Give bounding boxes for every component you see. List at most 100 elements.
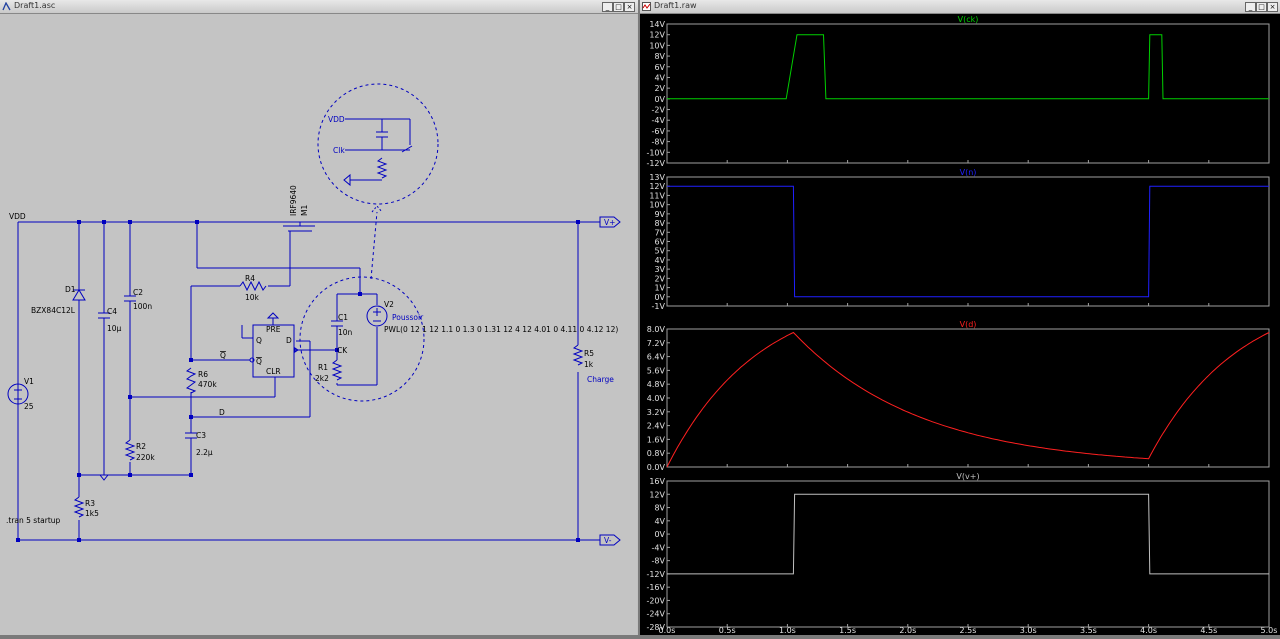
r2-value: 220k xyxy=(136,453,155,462)
ff-clr-label: CLR xyxy=(266,367,281,376)
ff-pre-label: PRE xyxy=(266,325,281,334)
x-tick-label: 0.5s xyxy=(719,626,736,635)
r4-value: 10k xyxy=(245,293,260,302)
schematic-canvas[interactable]: VDD V+ V- D1 BZX84C12L C4 10µ C2 100n V1… xyxy=(0,14,637,635)
y-tick-label: -8V xyxy=(652,138,666,147)
net-label-vdd: VDD xyxy=(9,212,26,221)
inset-vdd-label: VDD xyxy=(328,115,345,124)
y-tick-label: 7V xyxy=(654,228,665,237)
y-tick-label: 0V xyxy=(654,95,665,104)
y-tick-label: -4V xyxy=(652,116,666,125)
ff-q-label: Q xyxy=(256,336,262,345)
pane-frame xyxy=(666,328,1270,468)
minimize-button[interactable]: _ xyxy=(1245,2,1256,12)
y-tick-label: 4.0V xyxy=(647,394,666,403)
minimize-button[interactable]: _ xyxy=(602,2,613,12)
x-tick-label: 4.0s xyxy=(1140,626,1157,635)
pane-2[interactable]: 13V12V11V10V9V8V7V6V5V4V3V2V1V0V-1V V(n) xyxy=(649,168,1270,311)
y-tick-label: -16V xyxy=(646,583,665,592)
d1-value: BZX84C12L xyxy=(31,306,76,315)
schematic-title: Draft1.asc xyxy=(14,1,56,10)
y-tick-label: -8V xyxy=(652,557,666,566)
tran-directive[interactable]: .tran 5 startup xyxy=(6,516,61,525)
waveform-window[interactable]: Draft1.raw _ □ × 14V 12V 10V 8V 6V 4V 2V 0V -2V -… xyxy=(640,0,1280,635)
y-tick-label: 11V xyxy=(649,191,665,200)
m1-ref: M1 xyxy=(300,205,309,216)
maximize-button[interactable]: □ xyxy=(1256,2,1267,12)
pane-3[interactable]: 8.0V 7.2V 6.4V 5.6V 4.8V 4.0V 3.2V 2.4V 1.6V 0.8V… xyxy=(647,320,1270,472)
x-tick-label: 3.0s xyxy=(1020,626,1037,635)
x-tick-label: 1.5s xyxy=(839,626,856,635)
y-tick-label: 3.2V xyxy=(647,408,666,417)
r1-value: 2k2 xyxy=(315,374,329,383)
y-tick-label: 3V xyxy=(654,265,665,274)
trace-title[interactable]: V(n) xyxy=(960,168,977,177)
r5-value: 1k xyxy=(584,360,594,369)
close-button[interactable]: × xyxy=(1267,2,1278,12)
pane-frame xyxy=(666,480,1270,628)
y-tick-label: -24V xyxy=(646,610,665,619)
r2-ref: R2 xyxy=(136,442,146,451)
x-tick-label: 5.0s xyxy=(1261,626,1278,635)
r1-ref: R1 xyxy=(318,363,328,372)
ff-ck-label: CK xyxy=(337,346,348,355)
pane-4[interactable]: 16V12V8V4V0V-4V-8V-12V-16V-20V-24V-28VV(… xyxy=(646,472,1270,632)
trace-line[interactable] xyxy=(666,331,1270,468)
trace-line[interactable] xyxy=(667,185,1269,298)
m1-value: IRF9640 xyxy=(289,185,298,216)
x-tick-label: 4.5s xyxy=(1200,626,1217,635)
r6-ref: R6 xyxy=(198,370,208,379)
trace-line[interactable] xyxy=(667,34,1269,100)
y-tick-label: 16V xyxy=(649,477,665,486)
ff-qbar-pin-label: Q xyxy=(220,351,226,360)
pane-frame xyxy=(666,176,1270,307)
trace-title[interactable]: V(ck) xyxy=(958,15,979,24)
y-tick-label: 1V xyxy=(654,284,665,293)
y-tick-label: -1V xyxy=(652,302,666,311)
waveform-app-icon xyxy=(642,2,651,11)
schematic-drawing[interactable]: VDD V+ V- D1 BZX84C12L C4 10µ C2 100n V1… xyxy=(0,14,637,635)
r3-ref: R3 xyxy=(85,499,95,508)
y-tick-label: 8.0V xyxy=(647,325,666,334)
y-tick-label: 1.6V xyxy=(647,435,666,444)
v2-value: PWL(0 12 1 12 1.1 0 1.3 0 1.31 12 4 12 4… xyxy=(384,325,618,334)
schematic-window[interactable]: Draft1.asc _ □ × VDD V+ V- D1 BZX84C12L … xyxy=(0,0,638,635)
trace-line[interactable] xyxy=(667,493,1269,575)
pane-1[interactable]: 14V 12V10V 8V 6V4V 2V 0V -2V-4V -6V -8V-10V -12V V… xyxy=(646,15,1270,168)
y-tick-label: 0V xyxy=(654,293,665,302)
schematic-titlebar[interactable]: Draft1.asc _ □ × xyxy=(0,0,638,14)
maximize-button[interactable]: □ xyxy=(613,2,624,12)
r6-value: 470k xyxy=(198,380,217,389)
y-tick-label: 8V xyxy=(654,504,665,513)
y-tick-label: 13V xyxy=(649,173,665,182)
trace-title[interactable]: V(v+) xyxy=(956,472,979,481)
y-tick-label: 6V xyxy=(654,63,665,72)
waveform-titlebar[interactable]: Draft1.raw _ □ × xyxy=(640,0,1280,14)
x-tick-label: 2.0s xyxy=(899,626,916,635)
y-tick-label: 0.8V xyxy=(647,449,666,458)
y-tick-label: 2V xyxy=(654,84,665,93)
waveform-plot[interactable]: 14V12V10V8V6V4V2V0V-2V-4V-6V-8V-10V-12VV… xyxy=(640,14,1280,635)
y-tick-label: 6V xyxy=(654,238,665,247)
inset-clk-label: Clk xyxy=(333,146,345,155)
y-tick-label: 6.4V xyxy=(647,353,666,362)
y-tick-label: 10V xyxy=(649,201,665,210)
trace-title[interactable]: V(d) xyxy=(960,320,977,329)
net-label-d: D xyxy=(219,408,225,417)
y-tick-label: 4V xyxy=(654,256,665,265)
y-tick-label: 12V xyxy=(649,490,665,499)
y-tick-label: 2V xyxy=(654,274,665,283)
y-tick-label: 2.4V xyxy=(647,422,666,431)
waveform-plot-area[interactable]: 14V 12V 10V 8V 6V 4V 2V 0V -2V -4V -6V -8V -10V -12V V… xyxy=(640,14,1280,635)
y-tick-label: 9V xyxy=(654,210,665,219)
y-tick-label: -4V xyxy=(652,543,666,552)
y-tick-label: 4.8V xyxy=(647,380,666,389)
y-tick-label: 8V xyxy=(654,219,665,228)
y-tick-label: 14V xyxy=(649,20,665,29)
y-tick-label: -12V xyxy=(646,159,665,168)
d1-ref: D1 xyxy=(65,285,76,294)
close-button[interactable]: × xyxy=(624,2,635,12)
y-tick-label: 5.6V xyxy=(647,366,666,375)
x-tick-label: 1.0s xyxy=(779,626,796,635)
y-tick-label: -2V xyxy=(652,106,666,115)
